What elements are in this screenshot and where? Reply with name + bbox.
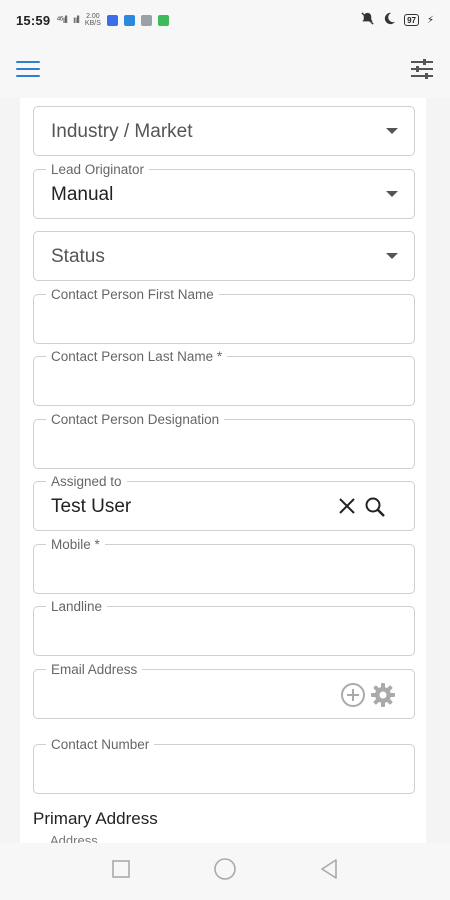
- primary-address-title: Primary Address: [33, 809, 158, 828]
- mobile-label: Mobile *: [46, 537, 105, 552]
- notification-app-icon-4: [157, 14, 169, 26]
- assigned-to-label: Assigned to: [46, 474, 127, 489]
- status-placeholder: Status: [51, 246, 105, 267]
- dropdown-arrow-icon: [386, 253, 398, 259]
- notification-app-icon-3: [140, 14, 152, 26]
- contact-designation-field[interactable]: Contact Person Designation: [33, 412, 415, 469]
- battery-level: 97: [407, 15, 416, 25]
- mobile-field[interactable]: Mobile *: [33, 537, 415, 594]
- recent-apps-square-icon[interactable]: [111, 859, 131, 884]
- assigned-to-value: Test User: [51, 496, 132, 517]
- address-label: Address: [50, 833, 98, 843]
- close-icon[interactable]: [338, 497, 356, 520]
- contact-last-name-label: Contact Person Last Name *: [46, 349, 228, 364]
- industry-market-select[interactable]: Industry / Market: [33, 106, 415, 156]
- contact-number-field[interactable]: Contact Number: [33, 737, 415, 794]
- email-address-field[interactable]: Email Address: [33, 662, 415, 719]
- landline-field[interactable]: Landline: [33, 599, 415, 656]
- contact-number-label: Contact Number: [46, 737, 155, 752]
- signal-strength-1: ⁴⁶ıll: [56, 14, 68, 26]
- lead-originator-label: Lead Originator: [46, 162, 150, 177]
- app-bar: [0, 40, 450, 98]
- lead-originator-select[interactable]: Lead Originator Manual: [33, 162, 415, 219]
- lead-form: Industry / Market Lead Originator Manual…: [20, 98, 426, 843]
- dropdown-arrow-icon: [386, 191, 398, 197]
- notification-app-icon-1: [106, 14, 118, 26]
- network-speed: 2.00 KB/S: [84, 13, 101, 27]
- assigned-to-field[interactable]: Assigned to Test User: [33, 474, 415, 531]
- battery-indicator: 97: [404, 14, 419, 26]
- industry-market-placeholder: Industry / Market: [51, 121, 193, 142]
- contact-first-name-field[interactable]: Contact Person First Name: [33, 287, 415, 344]
- do-not-disturb-moon-icon: [383, 12, 396, 28]
- add-circle-icon[interactable]: [340, 682, 366, 713]
- status-select[interactable]: Status: [33, 231, 415, 281]
- search-icon[interactable]: [364, 496, 386, 523]
- back-triangle-icon[interactable]: [319, 858, 339, 885]
- dropdown-arrow-icon: [386, 128, 398, 134]
- sliders-icon[interactable]: [408, 55, 436, 83]
- contact-last-name-field[interactable]: Contact Person Last Name *: [33, 349, 415, 406]
- landline-label: Landline: [46, 599, 108, 614]
- gear-icon[interactable]: [370, 682, 396, 713]
- home-circle-icon[interactable]: [213, 857, 237, 886]
- hamburger-menu-icon[interactable]: [14, 55, 42, 83]
- charging-icon: ⚡: [426, 14, 434, 26]
- notification-app-icon-2: [123, 14, 135, 26]
- system-navigation-bar: [0, 843, 450, 900]
- status-time: 15:59: [16, 12, 51, 28]
- lead-originator-value: Manual: [51, 184, 114, 205]
- status-bar: 15:59 ⁴⁶ıll ııll 2.00 KB/S 97 ⚡: [0, 0, 450, 40]
- mute-icon: [360, 11, 375, 29]
- contact-first-name-label: Contact Person First Name: [46, 287, 219, 302]
- signal-strength-2: ııll: [72, 14, 80, 26]
- contact-designation-label: Contact Person Designation: [46, 412, 225, 427]
- email-address-label: Email Address: [46, 662, 143, 677]
